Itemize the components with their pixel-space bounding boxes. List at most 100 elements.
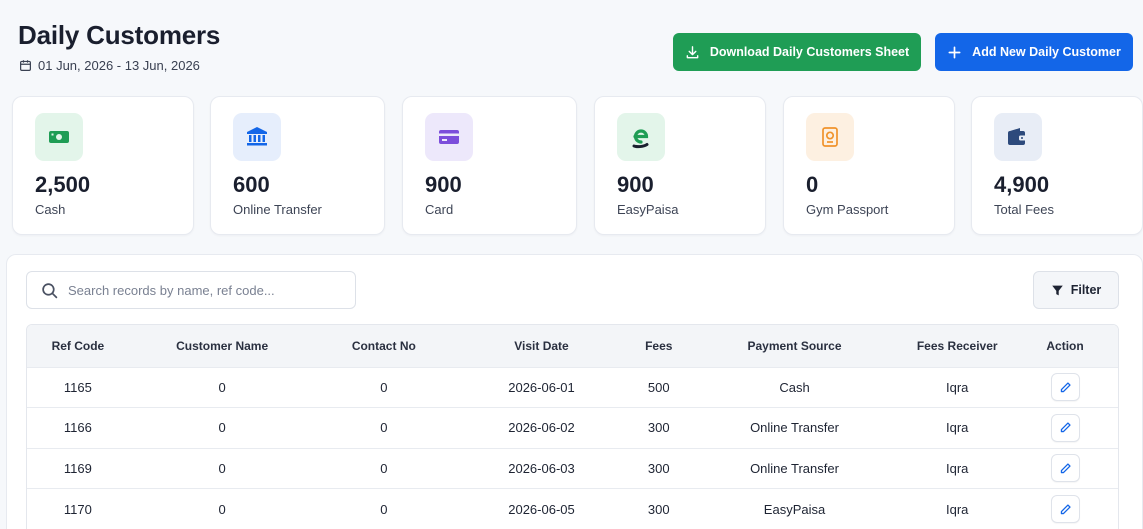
credit-card-icon <box>439 130 459 144</box>
cell-fees: 300 <box>647 420 670 436</box>
stat-label: Total Fees <box>994 202 1054 217</box>
stat-value: 900 <box>617 172 654 197</box>
col-customer-name: Customer Name <box>176 338 269 353</box>
banknote-icon <box>49 131 69 143</box>
stat-label: Card <box>425 202 454 217</box>
download-icon <box>686 45 699 58</box>
cell-fees: 300 <box>647 501 670 517</box>
cell-fees-receiver: Iqra <box>946 460 969 476</box>
stat-value: 0 <box>806 172 819 197</box>
stat-value: 900 <box>425 172 462 197</box>
edit-button[interactable] <box>1050 454 1080 483</box>
filter-label: Filter <box>1070 283 1102 297</box>
table-row: 1170 0 0 2026-06-05 300 EasyPaisa Iqra <box>27 488 1118 529</box>
search-input[interactable] <box>68 282 338 298</box>
stat-icon-box <box>35 113 83 161</box>
cell-ref-code: 1166 <box>63 420 92 436</box>
cell-customer-name: 0 <box>218 420 226 436</box>
edit-button[interactable] <box>1050 495 1080 523</box>
cell-visit-date: 2026-06-02 <box>508 420 575 436</box>
stat-value: 600 <box>233 172 270 197</box>
table-row: 1165 0 0 2026-06-01 500 Cash Iqra <box>27 367 1118 408</box>
col-payment-source: Payment Source <box>747 338 842 353</box>
cell-payment-source: Online Transfer <box>750 460 839 476</box>
col-contact-no: Contact No <box>351 338 416 353</box>
bank-icon <box>247 127 267 146</box>
stat-card-cash: 2,500 Cash <box>12 96 194 235</box>
date-range: 01 Jun, 2026 - 13 Jun, 2026 <box>19 58 200 73</box>
cell-fees-receiver: Iqra <box>946 379 969 395</box>
cell-fees-receiver: Iqra <box>946 501 969 517</box>
cell-visit-date: 2026-06-01 <box>508 379 575 395</box>
stat-card-card: 900 Card <box>402 96 577 235</box>
cell-action <box>1012 408 1118 449</box>
wallet-icon <box>1008 128 1027 145</box>
cell-action <box>1012 448 1118 489</box>
plus-icon <box>948 46 961 58</box>
calendar-icon <box>20 60 31 71</box>
pencil-icon <box>1060 382 1071 392</box>
pencil-icon <box>1060 503 1071 514</box>
stat-icon-box <box>425 113 473 161</box>
edit-button[interactable] <box>1050 413 1080 442</box>
edit-button[interactable] <box>1050 373 1080 402</box>
cell-payment-source: Cash <box>779 379 810 395</box>
cell-ref-code: 1170 <box>63 501 92 517</box>
col-ref-code: Ref Code <box>51 338 105 353</box>
cell-action <box>1012 367 1118 408</box>
cell-contact-no: 0 <box>380 501 388 517</box>
col-visit-date: Visit Date <box>514 338 569 353</box>
table-row: 1169 0 0 2026-06-03 300 Online Transfer … <box>27 448 1118 489</box>
cell-ref-code: 1165 <box>63 379 92 395</box>
stat-value: 4,900 <box>994 172 1050 197</box>
add-customer-label: Add New Daily Customer <box>972 45 1121 59</box>
page-title: Daily Customers <box>18 20 221 50</box>
add-customer-button[interactable]: Add New Daily Customer <box>935 33 1133 71</box>
stat-card-gym-passport: 0 Gym Passport <box>783 96 955 235</box>
cell-fees: 300 <box>647 460 670 476</box>
daily-customers-page: Daily Customers 01 Jun, 2026 - 13 Jun, 2… <box>0 0 1143 529</box>
records-table: Ref Code Customer Name Contact No Visit … <box>26 324 1119 529</box>
cell-customer-name: 0 <box>218 379 226 395</box>
cell-ref-code: 1169 <box>63 460 92 476</box>
stat-label: Cash <box>35 202 66 217</box>
search-icon <box>42 282 58 298</box>
stat-icon-box <box>617 113 665 161</box>
stat-value: 2,500 <box>35 172 91 197</box>
table-row: 1166 0 0 2026-06-02 300 Online Transfer … <box>27 407 1118 449</box>
cell-customer-name: 0 <box>218 501 226 517</box>
cell-fees-receiver: Iqra <box>946 420 969 436</box>
stat-label: Online Transfer <box>233 202 322 217</box>
date-range-text: 01 Jun, 2026 - 13 Jun, 2026 <box>38 58 200 73</box>
stat-card-easypaisa: 900 EasyPaisa <box>594 96 766 235</box>
passport-icon <box>822 127 838 147</box>
pencil-icon <box>1060 463 1071 473</box>
pencil-icon <box>1060 422 1071 433</box>
stats-cards: 2,500 Cash 600 Online Transfer 900 Card … <box>12 96 1143 235</box>
filter-icon <box>1051 285 1063 295</box>
cell-payment-source: Online Transfer <box>750 420 839 436</box>
search-box <box>26 271 356 309</box>
table-header-row: Ref Code Customer Name Contact No Visit … <box>27 325 1118 367</box>
col-fees-receiver: Fees Receiver <box>916 338 998 353</box>
cell-payment-source: EasyPaisa <box>763 501 826 517</box>
col-fees: Fees <box>645 338 673 353</box>
stat-icon-box <box>806 113 854 161</box>
cell-action <box>1012 489 1118 529</box>
cell-contact-no: 0 <box>380 420 388 436</box>
cell-contact-no: 0 <box>380 460 388 476</box>
cell-visit-date: 2026-06-05 <box>508 501 575 517</box>
stat-label: EasyPaisa <box>617 202 679 217</box>
filter-button[interactable]: Filter <box>1033 271 1119 309</box>
download-sheet-button[interactable]: Download Daily Customers Sheet <box>673 33 921 71</box>
stat-icon-box <box>233 113 281 161</box>
stat-card-total-fees: 4,900 Total Fees <box>971 96 1143 235</box>
easypaisa-icon <box>632 129 649 149</box>
cell-visit-date: 2026-06-03 <box>508 460 575 476</box>
download-sheet-label: Download Daily Customers Sheet <box>709 45 910 59</box>
stat-card-online-transfer: 600 Online Transfer <box>210 96 385 235</box>
records-panel: Filter Ref Code Customer Name Contact No… <box>6 254 1143 529</box>
cell-customer-name: 0 <box>218 460 226 476</box>
col-action: Action <box>1046 338 1084 353</box>
stat-label: Gym Passport <box>806 202 889 217</box>
